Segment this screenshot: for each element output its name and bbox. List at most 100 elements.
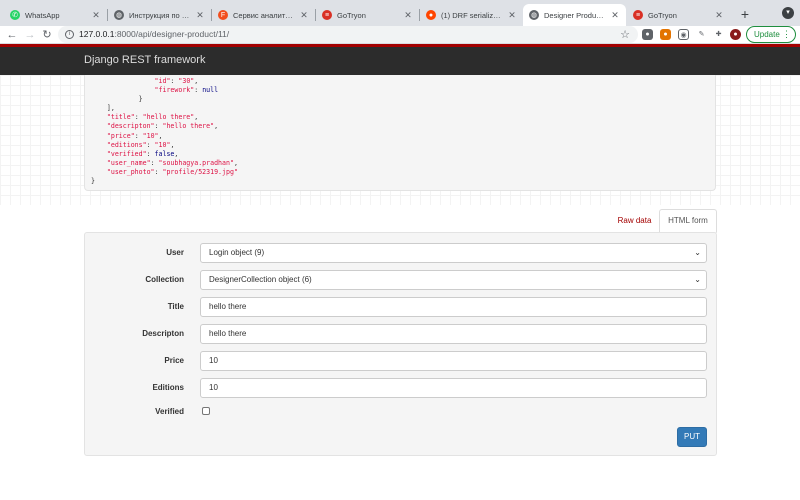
close-icon[interactable]: ✕ bbox=[299, 10, 309, 21]
extension-icon[interactable]: ● bbox=[660, 29, 671, 40]
browser-tab-title: Designer Product Inst bbox=[544, 10, 607, 20]
tab-separator bbox=[107, 9, 108, 21]
json-line: "firework": null bbox=[154, 86, 219, 95]
close-icon[interactable]: ✕ bbox=[610, 10, 620, 21]
response-json: "id": "30", "firework": null } ], "title… bbox=[85, 75, 715, 186]
extension-icon[interactable]: ◉ bbox=[678, 29, 689, 40]
drf-navbar: Django REST framework bbox=[0, 44, 800, 75]
form-row-price: Price 10 bbox=[85, 351, 718, 371]
globe-icon: ◍ bbox=[114, 10, 124, 20]
json-line: "user_name": "soubhagya.pradhan", bbox=[106, 158, 238, 167]
user-select-value: Login object (9) bbox=[209, 248, 265, 257]
descripton-input[interactable]: hello there bbox=[200, 324, 707, 344]
reddit-icon: ● bbox=[426, 10, 436, 20]
more-icon[interactable]: ⋮ bbox=[782, 27, 791, 42]
json-line: "id": "30", bbox=[154, 77, 199, 85]
form-row-user: User Login object (9) ⌄ bbox=[85, 243, 718, 263]
gotryon-icon: ≡ bbox=[322, 10, 332, 20]
close-icon[interactable]: ✕ bbox=[195, 10, 205, 21]
json-line: "price": "10", bbox=[106, 131, 163, 140]
title-input[interactable]: hello there bbox=[200, 297, 707, 317]
collection-label: Collection bbox=[145, 275, 184, 284]
descripton-label: Descripton bbox=[142, 329, 184, 338]
whatsapp-icon: ✆ bbox=[10, 10, 20, 20]
put-button[interactable]: PUT bbox=[677, 427, 707, 447]
user-label: User bbox=[166, 248, 184, 257]
json-line: "editions": "10", bbox=[106, 140, 175, 149]
browser-tab[interactable]: ◍ Designer Product Inst✕ bbox=[523, 4, 626, 26]
chevron-down-icon: ⌄ bbox=[694, 275, 701, 284]
url-path: :8000/api/designer-product/11/ bbox=[114, 29, 230, 39]
extensions-puzzle-icon[interactable]: ✚ bbox=[713, 29, 724, 40]
tab-separator bbox=[419, 9, 420, 21]
browser-tab-title: GoTryon bbox=[337, 10, 366, 20]
browser-tab[interactable]: ✆ WhatsApp ✕ bbox=[4, 4, 107, 26]
user-select[interactable]: Login object (9) ⌄ bbox=[200, 243, 707, 263]
eyedropper-icon[interactable]: ✎ bbox=[696, 29, 707, 40]
browser-tab[interactable]: ≡ GoTryon ✕ bbox=[627, 4, 730, 26]
update-button[interactable]: Update ⋮ bbox=[746, 26, 796, 43]
gotryon-icon: ≡ bbox=[633, 10, 643, 20]
bookmark-star-icon[interactable]: ☆ bbox=[620, 28, 630, 41]
json-line: } bbox=[91, 177, 95, 186]
chevron-down-icon: ⌄ bbox=[694, 248, 701, 257]
back-arrow-icon[interactable]: ← bbox=[5, 27, 19, 43]
forward-arrow-icon[interactable]: → bbox=[23, 27, 37, 43]
price-input[interactable]: 10 bbox=[200, 351, 707, 371]
browser-tab-title: Сервис аналитики W bbox=[233, 10, 296, 20]
url-host: 127.0.0.1 bbox=[79, 29, 115, 39]
title-label: Title bbox=[167, 302, 184, 311]
verified-label: Verified bbox=[155, 407, 184, 416]
browser-toolbar: ← → ↻ i 127.0.0.1:8000/api/designer-prod… bbox=[0, 26, 800, 44]
browser-tab-title: Инструкция по рабо bbox=[129, 10, 192, 20]
site-info-icon[interactable]: i bbox=[65, 30, 74, 39]
close-icon[interactable]: ✕ bbox=[403, 10, 413, 21]
figma-icon: F bbox=[218, 10, 228, 20]
tab-separator bbox=[315, 9, 316, 21]
html-form: User Login object (9) ⌄ Collection Design… bbox=[84, 232, 717, 456]
tab-search-button[interactable]: ▾ bbox=[782, 7, 794, 19]
close-icon[interactable]: ✕ bbox=[91, 10, 101, 21]
browser-tab[interactable]: F Сервис аналитики W✕ bbox=[212, 4, 315, 26]
url-text[interactable]: 127.0.0.1:8000/api/designer-product/11/ bbox=[79, 29, 229, 39]
browser-tab-strip: + ▾ ✆ WhatsApp ✕ ◍ Инструкция по рабо ✕ F Серви… bbox=[0, 0, 800, 26]
collection-select-value: DesignerCollection object (6) bbox=[209, 275, 312, 284]
avatar[interactable]: ● bbox=[730, 29, 741, 40]
editions-label: Editions bbox=[152, 383, 184, 392]
reload-icon[interactable]: ↻ bbox=[40, 27, 54, 43]
browser-tab[interactable]: ◍ Инструкция по рабо ✕ bbox=[108, 4, 211, 26]
tab-html-form[interactable]: HTML form bbox=[659, 209, 717, 233]
form-row-title: Title hello there bbox=[85, 297, 718, 317]
browser-tab-title: WhatsApp bbox=[25, 10, 60, 20]
extension-icon[interactable]: ● bbox=[642, 29, 653, 40]
form-row-editions: Editions 10 bbox=[85, 378, 718, 398]
json-line: } bbox=[138, 95, 143, 104]
new-tab-button[interactable]: + bbox=[737, 6, 753, 22]
browser-tab-title: GoTryon bbox=[648, 10, 677, 20]
close-icon[interactable]: ✕ bbox=[714, 10, 724, 21]
json-line: ], bbox=[106, 104, 115, 113]
address-bar[interactable]: i 127.0.0.1:8000/api/designer-product/11… bbox=[58, 26, 638, 43]
price-label: Price bbox=[164, 356, 184, 365]
form-row-collection: Collection DesignerCollection object (6)… bbox=[85, 270, 718, 290]
browser-tab-title: (1) DRF serialization bbox=[441, 10, 504, 20]
form-row-verified: Verified bbox=[85, 402, 718, 422]
navbar-brand[interactable]: Django REST framework bbox=[84, 54, 205, 66]
browser-tab[interactable]: ● (1) DRF serialization ✕ bbox=[420, 4, 523, 26]
json-line: "verified": false, bbox=[106, 149, 179, 158]
verified-checkbox[interactable] bbox=[202, 407, 210, 415]
browser-tab[interactable]: ≡ GoTryon ✕ bbox=[316, 4, 419, 26]
form-row-descripton: Descripton hello there bbox=[85, 324, 718, 344]
response-info: "id": "30", "firework": null } ], "title… bbox=[84, 75, 716, 191]
collection-select[interactable]: DesignerCollection object (6) ⌄ bbox=[200, 270, 707, 290]
tab-raw-data[interactable]: Raw data bbox=[611, 209, 658, 232]
json-line: "descripton": "hello there", bbox=[106, 122, 219, 131]
editions-input[interactable]: 10 bbox=[200, 378, 707, 398]
page-body: "id": "30", "firework": null } ], "title… bbox=[0, 75, 800, 500]
close-icon[interactable]: ✕ bbox=[507, 10, 517, 21]
tab-separator bbox=[211, 9, 212, 21]
globe-icon: ◍ bbox=[529, 10, 539, 20]
json-line: "user_photo": "profile/52319.jpg" bbox=[106, 167, 238, 176]
update-label: Update bbox=[754, 30, 780, 39]
json-line: "title": "hello there", bbox=[106, 113, 199, 122]
